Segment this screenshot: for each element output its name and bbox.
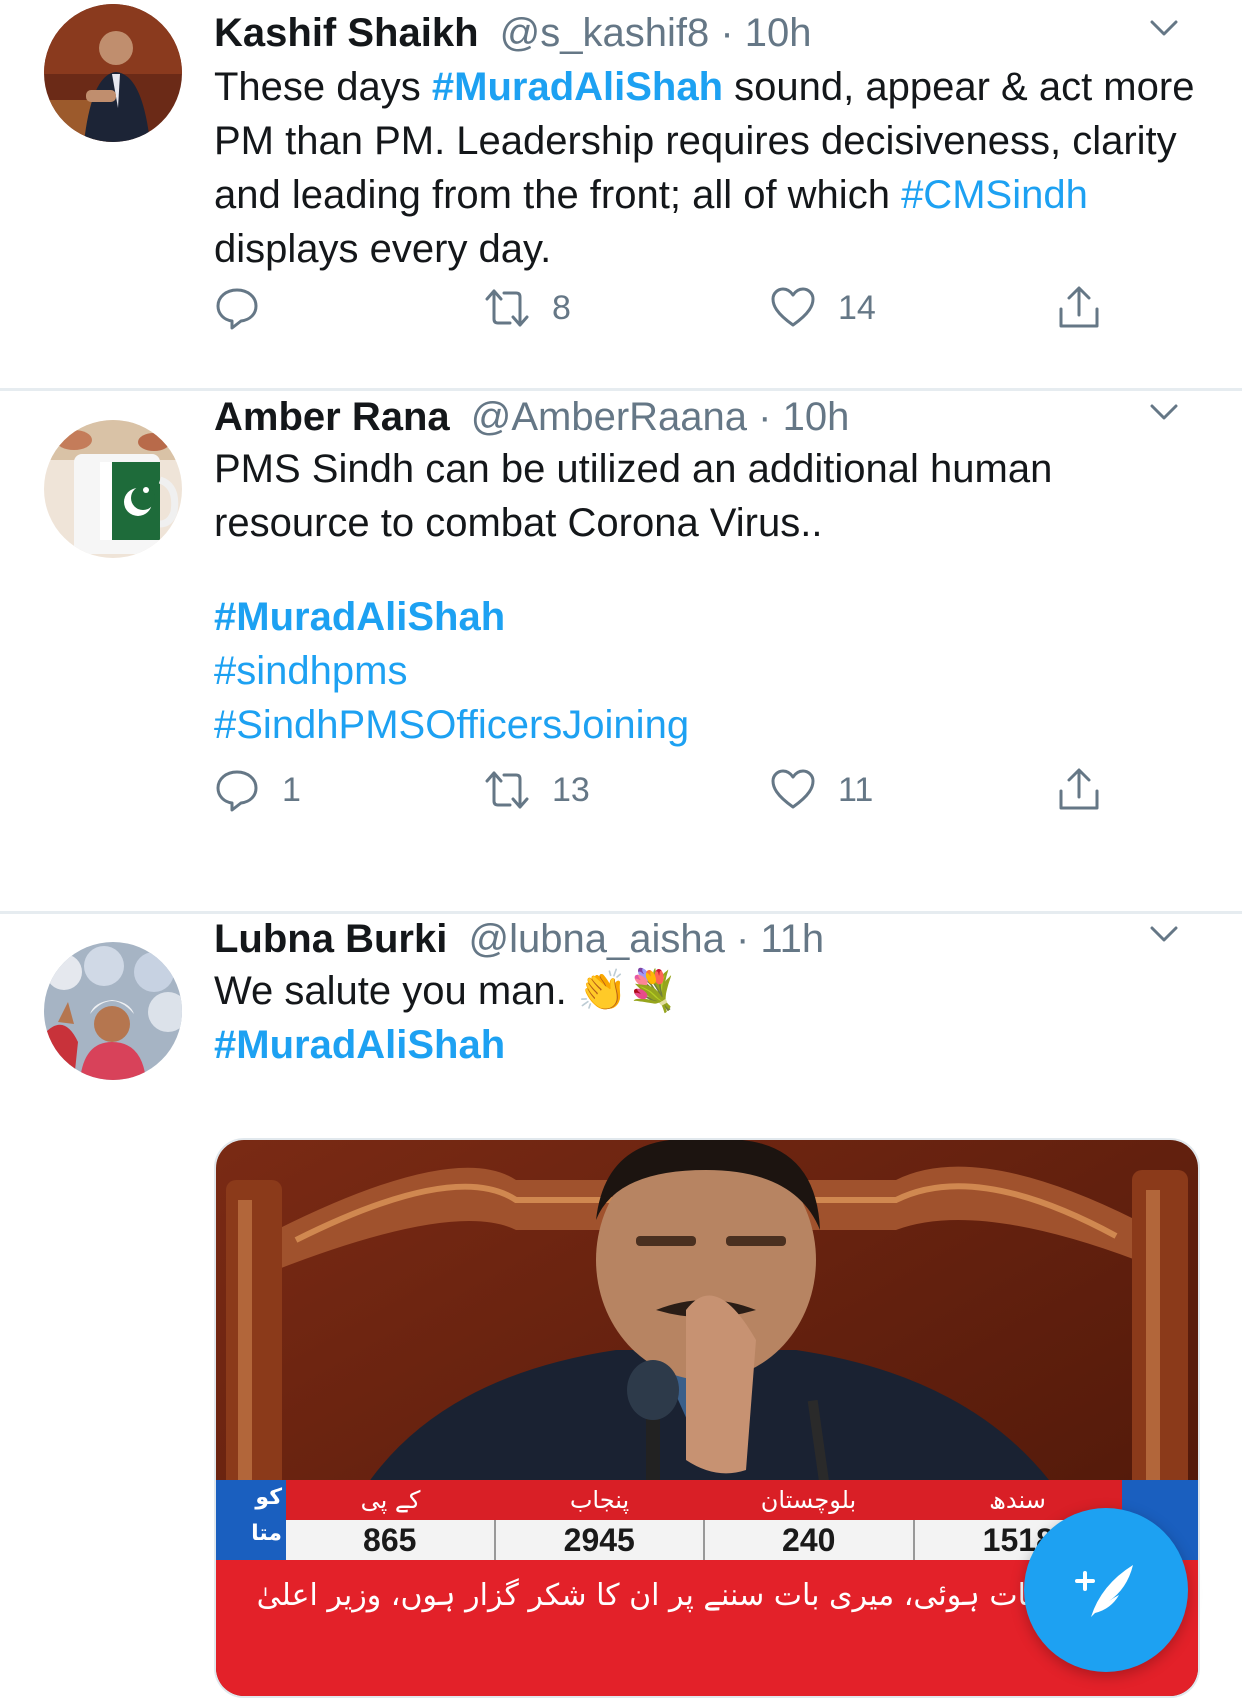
like-count: 14 <box>838 288 876 327</box>
display-name[interactable]: Lubna Burki <box>214 917 447 961</box>
retweet-button[interactable]: 13 <box>484 764 590 816</box>
tweet-actions: 8 14 <box>214 282 1204 334</box>
meta-separator: · <box>709 11 745 55</box>
tweet-divider <box>0 388 1242 391</box>
share-button[interactable] <box>1056 282 1102 334</box>
ticker-header: کے پی <box>360 1486 421 1514</box>
tweet-text: We salute you man. 👏💐 <box>214 969 678 1013</box>
reply-icon <box>216 288 258 330</box>
avatar[interactable] <box>44 942 182 1080</box>
handle[interactable]: @lubna_aisha <box>468 917 724 961</box>
like-count: 11 <box>838 770 874 809</box>
avatar[interactable] <box>44 420 182 558</box>
chevron-down-icon[interactable] <box>1150 14 1178 42</box>
handle[interactable]: @AmberRaana <box>471 395 747 439</box>
tweet-header: Lubna Burki @lubna_aisha · 11h <box>214 914 824 964</box>
ticker-header: پنجاب <box>569 1486 630 1514</box>
retweet-count: 8 <box>552 288 571 327</box>
timestamp[interactable]: 11h <box>760 917 824 961</box>
reply-icon <box>216 770 258 812</box>
display-name[interactable]: Amber Rana <box>214 395 450 439</box>
avatar[interactable] <box>44 4 182 142</box>
chevron-down-icon[interactable] <box>1150 920 1178 948</box>
hashtag-link[interactable]: #sindhpms <box>214 644 1204 698</box>
like-button[interactable]: 11 <box>770 764 873 816</box>
retweet-icon <box>485 289 529 327</box>
hashtag-link[interactable]: #CMSindh <box>901 173 1088 217</box>
chevron-down-icon[interactable] <box>1150 398 1178 426</box>
compose-tweet-icon <box>1075 1565 1133 1617</box>
tweet-header: Amber Rana @AmberRaana · 10h <box>214 392 849 442</box>
hashtag-list: #MuradAliShah #sindhpms #SindhPMSOfficer… <box>214 590 1204 752</box>
retweet-button[interactable]: 8 <box>484 282 571 334</box>
tweet-text: These days #MuradAliShah sound, appear &… <box>214 65 1195 271</box>
like-button[interactable]: 14 <box>770 282 876 334</box>
ticker-header: بلوچستان <box>760 1486 857 1514</box>
retweet-count: 13 <box>552 770 590 809</box>
ticker-value: 865 <box>286 1520 496 1560</box>
like-icon <box>771 769 815 809</box>
ticker-value: 2945 <box>496 1520 705 1560</box>
share-button[interactable] <box>1056 764 1102 816</box>
tweet-kashif-shaikh[interactable]: Kashif Shaikh @s_kashif8 · 10h These day… <box>0 0 1242 360</box>
meta-separator: · <box>724 917 761 961</box>
timestamp[interactable]: 10h <box>783 395 850 439</box>
ticker-label-left: کو متا <box>251 1485 282 1546</box>
retweet-icon <box>485 771 529 809</box>
display-name[interactable]: Kashif Shaikh <box>214 11 479 55</box>
ticker-headers: کے پی پنجاب بلوچستان سندھ <box>286 1480 1122 1520</box>
reply-button[interactable]: 1 <box>214 764 301 816</box>
ticker-value: 240 <box>705 1520 915 1560</box>
hashtag-link[interactable]: #SindhPMSOfficersJoining <box>214 698 1204 752</box>
timestamp[interactable]: 10h <box>745 11 812 55</box>
tweet-actions: 1 13 11 <box>214 764 1204 816</box>
tweet-header: Kashif Shaikh @s_kashif8 · 10h <box>214 8 812 58</box>
compose-tweet-button[interactable] <box>1024 1508 1188 1672</box>
hashtag-link[interactable]: #MuradAliShah <box>214 1018 505 1072</box>
like-icon <box>771 287 815 327</box>
tweet-text: PMS Sindh can be utilized an additional … <box>214 447 1053 545</box>
reply-button[interactable] <box>214 282 282 334</box>
hashtag-link[interactable]: #MuradAliShah <box>432 65 723 109</box>
reply-count: 1 <box>282 770 301 809</box>
hashtag-link[interactable]: #MuradAliShah <box>214 590 1204 644</box>
share-icon <box>1059 768 1099 810</box>
share-icon <box>1059 286 1099 328</box>
handle[interactable]: @s_kashif8 <box>500 11 710 55</box>
meta-separator: · <box>747 395 783 439</box>
ticker-values: 865 2945 240 1518 <box>286 1520 1122 1560</box>
tweet-amber-rana[interactable]: Amber Rana @AmberRaana · 10h PMS Sindh c… <box>0 392 1242 912</box>
